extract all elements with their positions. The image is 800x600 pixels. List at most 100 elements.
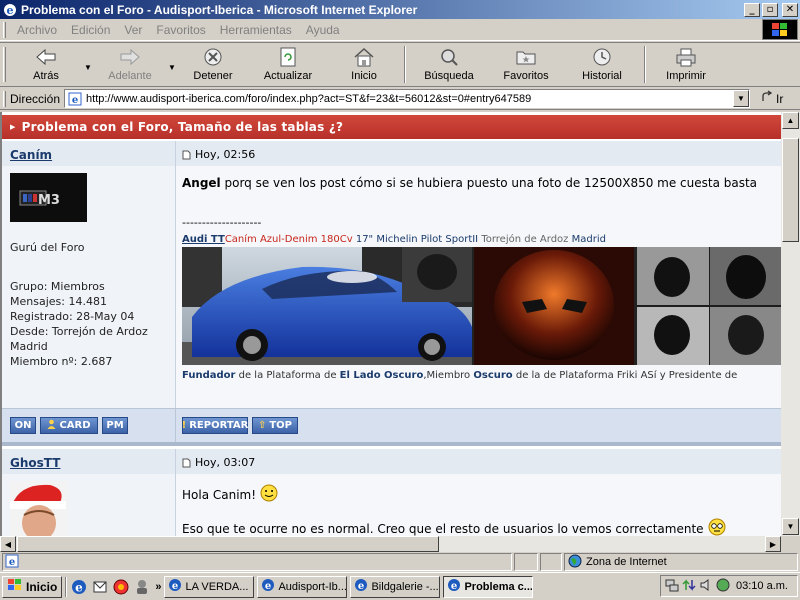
task-ie-icon: e [261,578,275,595]
quicklaunch-outlook-icon[interactable] [91,578,109,596]
status-slot [540,553,562,571]
title-bar[interactable]: e Problema con el Foro - Audisport-Iberi… [0,0,800,19]
history-button[interactable]: Historial [564,43,640,86]
tray-volume-icon[interactable] [699,578,713,595]
svg-text:e: e [7,4,14,17]
exclamation-icon: ! [181,420,187,431]
page-viewport[interactable]: ▶ Problema con el Foro, Tamaño de las ta… [0,112,781,536]
horizontal-scroll-thumb[interactable] [17,536,439,552]
stop-button[interactable]: Detener [178,43,248,86]
avatar: M3 [10,173,87,222]
go-label: Ir [776,91,784,106]
post-profile-column: M3 Gurú del Foro Grupo: Miembros Mensaje… [2,166,176,408]
top-button[interactable]: ⇧ TOP [252,417,298,434]
post-content-name: Angel [182,176,221,190]
sig2-text-2: ,Miembro [423,370,474,381]
taskbar-separator [65,576,68,597]
pm-label: PM [106,420,124,431]
sig-city: Madrid [568,234,606,245]
vertical-scroll-thumb[interactable] [782,138,799,242]
post-author-link[interactable]: Caním [10,148,52,162]
card-button[interactable]: CARD [40,417,98,434]
task-button[interactable]: e Audisport-Ib... [257,575,348,598]
task-ie-icon: e [168,578,182,595]
user-icon [47,419,56,432]
print-button[interactable]: Imprimir [650,43,722,86]
forward-arrow-icon [118,46,142,68]
sig-town: Torrejón de Ardoz [481,234,569,245]
go-button[interactable]: Ir [760,90,783,107]
tray-transfer-icon[interactable] [682,578,696,595]
tray-clock[interactable]: 03:10 a.m. [736,580,788,592]
forward-button[interactable]: Adelante [94,43,166,86]
back-dropdown-icon[interactable]: ▼ [82,43,94,86]
task-button-active[interactable]: e Problema c... [443,575,534,598]
post-divider [2,442,781,446]
menu-archivo[interactable]: Archivo [10,23,64,37]
refresh-button[interactable]: Actualizar [248,43,328,86]
menu-herramientas[interactable]: Herramientas [213,23,299,37]
menu-ver[interactable]: Ver [117,23,149,37]
post-author-link[interactable]: GhosTT [10,456,60,470]
quicklaunch-media-icon[interactable] [112,578,130,596]
status-main: e [2,553,512,571]
quicklaunch-messenger-icon[interactable] [133,578,151,596]
page-icon: e [67,92,83,106]
forward-dropdown-icon[interactable]: ▼ [166,43,178,86]
post-page-icon [182,150,191,159]
home-button[interactable]: Inicio [328,43,400,86]
scroll-left-icon[interactable]: ◀ [0,536,16,552]
close-button[interactable]: ✕ [782,2,798,17]
menu-edicion[interactable]: Edición [64,23,117,37]
sig2-text-3: de la de Plataforma Friki ASí y Presiden… [512,370,738,381]
maximize-button[interactable]: ▫ [762,2,778,17]
scroll-up-icon[interactable]: ▲ [782,112,799,129]
signature-line-2: Fundador de la Plataforma de El Lado Osc… [182,370,737,381]
window-title: Problema con el Foro - Audisport-Iberica… [21,2,418,17]
search-button[interactable]: Búsqueda [410,43,488,86]
scroll-down-icon[interactable]: ▼ [782,518,799,535]
back-button[interactable]: Atrás [10,43,82,86]
sig-audi-link[interactable]: Audi TT [182,234,225,245]
back-label: Atrás [33,70,59,82]
task-button[interactable]: e Bildgalerie -... [350,575,441,598]
svg-text:e: e [265,581,271,592]
bullet-arrow-icon: ▶ [10,123,16,131]
online-label: ON [14,420,32,431]
tray-app-icon[interactable] [716,578,730,595]
status-slot [514,553,538,571]
tray-network-icon[interactable] [665,578,679,595]
internet-globe-icon [568,554,582,571]
address-dropdown-icon[interactable]: ▼ [733,90,750,107]
post-content-line-2: Eso que te ocurre no es normal. Creo que… [182,521,704,536]
menu-ayuda[interactable]: Ayuda [299,23,347,37]
sig2-text-1: de la Plataforma de [235,370,340,381]
task-label: Problema c... [464,580,533,593]
start-button[interactable]: Inicio [2,575,63,598]
post-header: Caním Hoy, 02:56 [2,140,781,167]
svg-text:e: e [451,581,457,592]
member-number: Miembro nº: 2.687 [10,355,113,368]
report-button[interactable]: ! REPORTAR [182,417,248,434]
svg-text:e: e [172,581,178,592]
minimize-button[interactable]: _ [744,2,760,17]
scroll-right-icon[interactable]: ▶ [765,536,781,552]
pm-button[interactable]: PM [102,417,128,434]
horizontal-scrollbar[interactable]: ◀ ▶ [0,536,781,552]
quicklaunch-ie-icon[interactable]: e [70,578,88,596]
avatar-text: M3 [38,193,60,208]
vertical-scrollbar[interactable]: ▲ ▼ [781,112,800,536]
quicklaunch-more-icon[interactable]: » [155,581,161,593]
menu-favoritos[interactable]: Favoritos [149,23,212,37]
favorites-button[interactable]: Favoritos [488,43,564,86]
online-status-button[interactable]: ON [10,417,36,434]
address-input[interactable]: e http://www.audisport-iberica.com/foro/… [64,89,751,108]
task-button[interactable]: e LA VERDA... [164,575,255,598]
member-location: Desde: Torrejón de Ardoz [10,325,148,338]
stop-label: Detener [193,70,233,82]
svg-text:e: e [358,581,364,592]
post-date: Hoy, 02:56 [182,148,255,161]
favorites-folder-icon [514,46,538,68]
back-arrow-icon [34,46,58,68]
member-registered: Registrado: 28-May 04 [10,310,135,323]
